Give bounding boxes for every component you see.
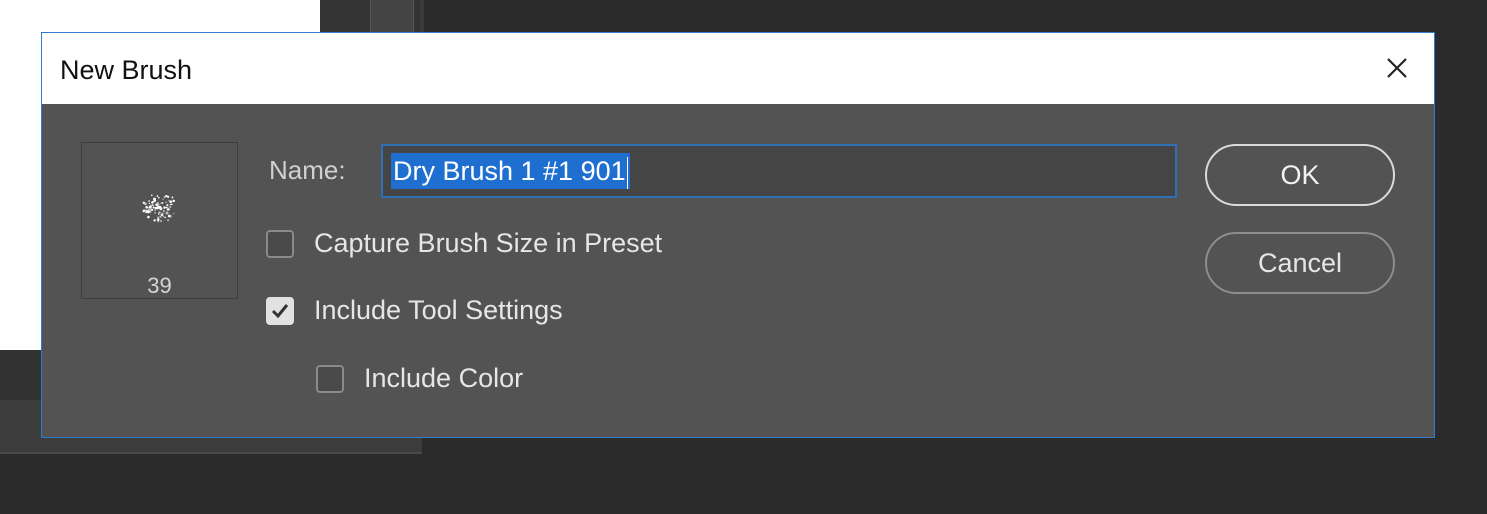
include-tool-settings-option[interactable]: Include Tool Settings — [266, 295, 563, 326]
name-input-value: Dry Brush 1 #1 901 — [391, 153, 630, 189]
brush-size-label: 39 — [147, 273, 172, 298]
include-color-option[interactable]: Include Color — [316, 363, 523, 394]
capture-size-label: Capture Brush Size in Preset — [314, 228, 663, 258]
close-button[interactable] — [1382, 53, 1412, 83]
text-caret — [626, 156, 628, 189]
name-input[interactable]: Dry Brush 1 #1 901 — [381, 144, 1177, 198]
include-tool-settings-label: Include Tool Settings — [314, 295, 563, 325]
include-color-label: Include Color — [364, 363, 524, 393]
close-icon — [1387, 58, 1407, 78]
capture-size-checkbox[interactable] — [266, 229, 294, 258]
background-divider — [420, 0, 424, 34]
checkmark-icon — [271, 303, 289, 318]
new-brush-dialog: New Brush 39 Name: Dry Brush 1 #1 901 Ca… — [41, 32, 1435, 438]
brush-preview: 39 — [81, 142, 238, 299]
background-scrollbar — [370, 0, 414, 34]
brush-tip-preview-icon — [142, 194, 175, 223]
include-tool-settings-checkbox[interactable] — [266, 296, 294, 325]
ok-button[interactable]: OK — [1205, 144, 1395, 206]
cancel-button[interactable]: Cancel — [1205, 232, 1395, 294]
dialog-body: 39 Name: Dry Brush 1 #1 901 Capture Brus… — [42, 104, 1434, 437]
capture-size-option[interactable]: Capture Brush Size in Preset — [266, 228, 662, 259]
include-color-checkbox[interactable] — [316, 364, 344, 393]
name-label: Name: — [269, 155, 346, 185]
dialog-title: New Brush — [60, 55, 193, 85]
dialog-titlebar: New Brush — [42, 33, 1434, 104]
